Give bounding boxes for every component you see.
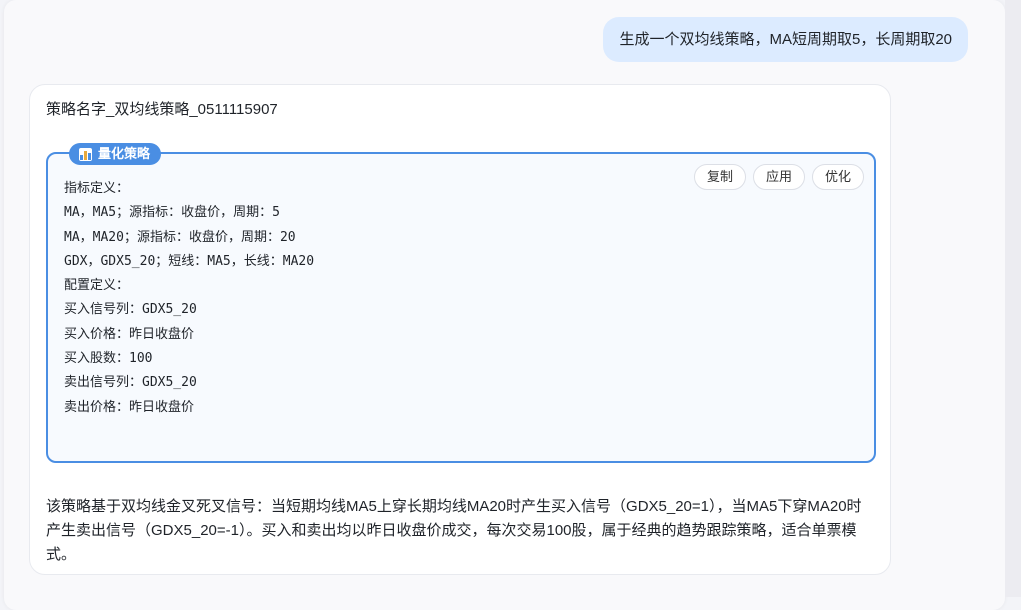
optimize-button[interactable]: 优化 [811,164,864,190]
strategy-name: 策略名字_双均线策略_0511115907 [46,101,278,118]
code-line: MA，MA5；源指标：收盘价，周期：5 [64,205,280,221]
code-line: 配置定义： [64,278,130,294]
code-line: 买入价格：昨日收盘价 [64,326,195,342]
page-edge [1005,0,1021,597]
code-line: MA，MA20；源指标：收盘价，周期：20 [64,229,296,245]
code-line: 指标定义： [64,181,130,196]
strategy-code-box: 量化策略 复制 应用 优化 指标定义： MA，MA5；源指标：收盘价，周期：5 … [46,143,876,463]
strategy-description: 该策略基于双均线金叉死叉信号：当短期均线MA5上穿长期均线MA20时产生买入信号… [46,498,862,563]
assistant-message-card: 策略名字_双均线策略_0511115907 量化策略 复制 应用 优化 指标定义… [29,84,891,575]
bar-chart-icon [79,147,92,161]
strategy-definition: 指标定义： MA，MA5；源指标：收盘价，周期：5 MA，MA20；源指标：收盘… [64,177,314,420]
code-line: GDX，GDX5_20；短线：MA5，长线：MA20 [64,253,315,269]
apply-button[interactable]: 应用 [752,164,805,190]
code-line: 买入股数：100 [64,351,153,367]
strategy-tag-label: 量化策略 [98,146,151,161]
copy-button[interactable]: 复制 [693,164,746,190]
code-line: 买入信号列：GDX5_20 [64,302,197,318]
strategy-tag: 量化策略 [69,143,162,165]
code-line: 卖出价格：昨日收盘价 [64,399,195,415]
user-message-bubble: 生成一个双均线策略，MA短周期取5，长周期取20 [603,17,968,62]
code-line: 卖出信号列：GDX5_20 [64,375,197,391]
chat-panel: 生成一个双均线策略，MA短周期取5，长周期取20 策略名字_双均线策略_0511… [4,0,1005,610]
strategy-actions: 复制 应用 优化 [693,164,864,190]
